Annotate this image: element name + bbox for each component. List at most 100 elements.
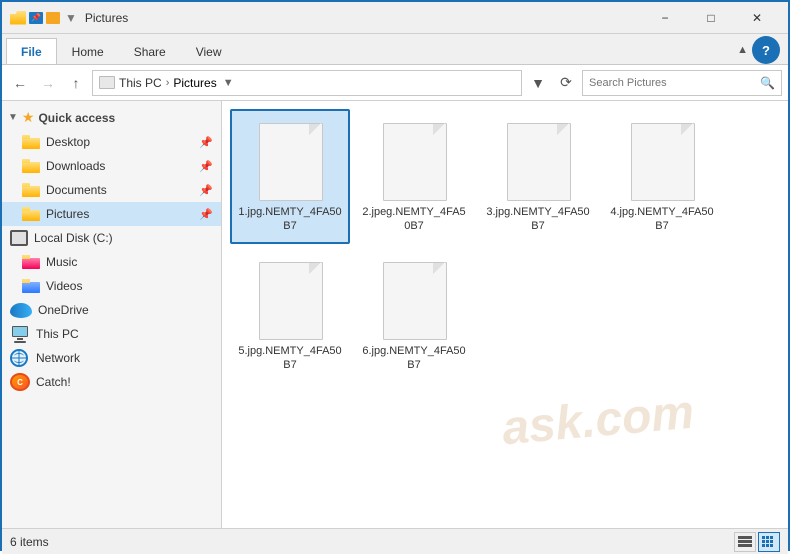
file-name-3: 3.jpg.NEMTY_4FA50B7 bbox=[484, 205, 592, 234]
file-name-1: 1.jpg.NEMTY_4FA50B7 bbox=[236, 205, 344, 234]
file-icon-fold-inner-2 bbox=[433, 124, 444, 135]
sidebar-item-downloads[interactable]: Downloads 📌 bbox=[2, 154, 221, 178]
file-item[interactable]: 5.jpg.NEMTY_4FA50B7 bbox=[230, 248, 350, 383]
sidebar-item-videos-label: Videos bbox=[46, 279, 82, 293]
onedrive-icon bbox=[10, 303, 32, 318]
sidebar-item-music[interactable]: Music bbox=[2, 250, 221, 274]
file-item[interactable]: 1.jpg.NEMTY_4FA50B7 bbox=[230, 109, 350, 244]
documents-pin-icon: 📌 bbox=[199, 184, 213, 197]
file-icon-4 bbox=[627, 119, 697, 201]
desktop-pin-icon: 📌 bbox=[199, 136, 213, 149]
file-item[interactable]: 6.jpg.NEMTY_4FA50B7 bbox=[354, 248, 474, 383]
file-item[interactable]: 2.jpeg.NEMTY_4FA50B7 bbox=[354, 109, 474, 244]
this-pc-icon bbox=[10, 325, 30, 343]
file-area: ask.com 1.jpg.NEMTY_4FA50B7 2.jpeg.NEMTY… bbox=[222, 101, 788, 528]
status-bar: 6 items bbox=[2, 528, 788, 554]
file-icon-fold-inner-4 bbox=[681, 124, 692, 135]
help-button[interactable]: ? bbox=[752, 36, 780, 64]
sidebar: ▼ ★ Quick access Desktop 📌 Downloads 📌 D… bbox=[2, 101, 222, 528]
network-icon bbox=[10, 349, 30, 367]
ribbon-tabs: File Home Share View ▲ ? bbox=[2, 34, 788, 64]
sidebar-item-local-disk-label: Local Disk (C:) bbox=[34, 231, 113, 245]
file-item[interactable]: 4.jpg.NEMTY_4FA50B7 bbox=[602, 109, 722, 244]
sidebar-item-network[interactable]: Network bbox=[2, 346, 221, 370]
file-icon-fold-inner-6 bbox=[433, 263, 444, 274]
music-folder-icon bbox=[22, 255, 40, 269]
title-bar: 📌 ▼ Pictures − □ ✕ bbox=[2, 2, 788, 34]
file-item[interactable]: 3.jpg.NEMTY_4FA50B7 bbox=[478, 109, 598, 244]
sidebar-item-local-disk[interactable]: Local Disk (C:) bbox=[2, 226, 221, 250]
details-view-icon bbox=[762, 536, 776, 548]
tab-view[interactable]: View bbox=[181, 38, 237, 64]
up-button[interactable]: ↑ bbox=[64, 71, 88, 95]
file-icon-5 bbox=[255, 258, 325, 340]
view-details-button[interactable] bbox=[758, 532, 780, 552]
window-dropdown-arrow[interactable]: ▼ bbox=[65, 11, 77, 25]
list-view-icon bbox=[738, 536, 752, 548]
back-button[interactable]: ← bbox=[8, 71, 32, 95]
sidebar-item-onedrive[interactable]: OneDrive bbox=[2, 298, 221, 322]
sidebar-item-desktop-label: Desktop bbox=[46, 135, 90, 149]
close-button[interactable]: ✕ bbox=[734, 2, 780, 34]
watermark: ask.com bbox=[500, 385, 696, 457]
address-path[interactable]: This PC › Pictures ▼ bbox=[92, 70, 522, 96]
ribbon-collapse-icon[interactable]: ▲ bbox=[737, 44, 748, 56]
path-icon bbox=[99, 76, 115, 89]
file-icon-fold-inner-5 bbox=[309, 263, 320, 274]
breadcrumb-sep1: › bbox=[166, 77, 170, 89]
sidebar-item-videos[interactable]: Videos bbox=[2, 274, 221, 298]
window-folder-icon bbox=[10, 11, 26, 25]
file-icon-3 bbox=[503, 119, 573, 201]
sidebar-item-pictures[interactable]: Pictures 📌 bbox=[2, 202, 221, 226]
desktop-folder-icon bbox=[22, 135, 40, 149]
sidebar-item-this-pc[interactable]: This PC bbox=[2, 322, 221, 346]
sidebar-item-network-label: Network bbox=[36, 351, 80, 365]
catch-icon: C bbox=[10, 373, 30, 391]
sidebar-group-quick-access[interactable]: ▼ ★ Quick access bbox=[2, 105, 221, 130]
search-input[interactable] bbox=[589, 77, 756, 89]
file-icon-2 bbox=[379, 119, 449, 201]
window-pin-icon: 📌 bbox=[29, 12, 43, 24]
maximize-button[interactable]: □ bbox=[688, 2, 734, 34]
minimize-button[interactable]: − bbox=[642, 2, 688, 34]
file-icon-fold-inner-3 bbox=[557, 124, 568, 135]
sidebar-item-desktop[interactable]: Desktop 📌 bbox=[2, 130, 221, 154]
quick-access-star-icon: ★ bbox=[22, 109, 35, 126]
file-name-6: 6.jpg.NEMTY_4FA50B7 bbox=[360, 344, 468, 373]
window-icon-3 bbox=[46, 12, 60, 24]
view-buttons bbox=[734, 532, 780, 552]
view-list-button[interactable] bbox=[734, 532, 756, 552]
tab-home[interactable]: Home bbox=[57, 38, 119, 64]
address-dropdown-icon[interactable]: ▼ bbox=[223, 77, 234, 89]
sidebar-item-catch[interactable]: C Catch! bbox=[2, 370, 221, 394]
sidebar-item-onedrive-label: OneDrive bbox=[38, 303, 89, 317]
search-icon: 🔍 bbox=[760, 76, 775, 90]
downloads-pin-icon: 📌 bbox=[199, 160, 213, 173]
breadcrumb-pictures[interactable]: Pictures bbox=[173, 76, 216, 90]
search-box: 🔍 bbox=[582, 70, 782, 96]
breadcrumb-thispc[interactable]: This PC bbox=[119, 76, 162, 90]
sidebar-item-catch-label: Catch! bbox=[36, 375, 71, 389]
title-bar-icons: 📌 ▼ bbox=[10, 11, 77, 25]
sidebar-item-pictures-label: Pictures bbox=[46, 207, 89, 221]
ribbon: File Home Share View ▲ ? bbox=[2, 34, 788, 65]
sidebar-item-documents[interactable]: Documents 📌 bbox=[2, 178, 221, 202]
file-icon-1 bbox=[255, 119, 325, 201]
refresh-button[interactable]: ⟳ bbox=[554, 71, 578, 95]
quick-access-chevron-icon: ▼ bbox=[8, 112, 18, 123]
tab-share[interactable]: Share bbox=[119, 38, 181, 64]
status-count: 6 items bbox=[10, 535, 49, 549]
address-bar: ← → ↑ This PC › Pictures ▼ ▼ ⟳ 🔍 bbox=[2, 65, 788, 101]
downloads-folder-icon bbox=[22, 159, 40, 173]
window-title: Pictures bbox=[85, 11, 642, 25]
main-area: ▼ ★ Quick access Desktop 📌 Downloads 📌 D… bbox=[2, 101, 788, 528]
forward-button[interactable]: → bbox=[36, 71, 60, 95]
sidebar-item-this-pc-label: This PC bbox=[36, 327, 79, 341]
address-dropdown-button[interactable]: ▼ bbox=[526, 71, 550, 95]
tab-file[interactable]: File bbox=[6, 38, 57, 64]
documents-folder-icon bbox=[22, 183, 40, 197]
file-icon-fold-inner-1 bbox=[309, 124, 320, 135]
window-controls: − □ ✕ bbox=[642, 2, 780, 34]
sidebar-item-documents-label: Documents bbox=[46, 183, 107, 197]
file-name-2: 2.jpeg.NEMTY_4FA50B7 bbox=[360, 205, 468, 234]
